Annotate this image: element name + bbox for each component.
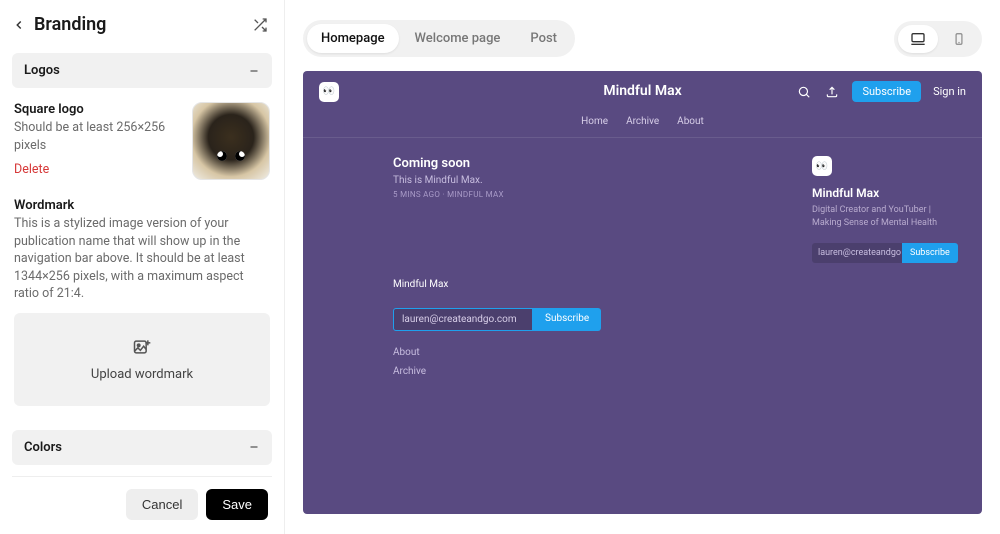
site-title: Mindful Max <box>603 83 681 99</box>
nav-archive[interactable]: Archive <box>626 116 659 127</box>
share-icon[interactable] <box>824 84 840 100</box>
nav-home[interactable]: Home <box>581 116 608 127</box>
cancel-button[interactable]: Cancel <box>126 489 198 520</box>
footer-archive-link[interactable]: Archive <box>393 366 782 377</box>
footer-publication-name: Mindful Max <box>393 279 782 290</box>
sidebar-footer: Cancel Save <box>12 476 272 534</box>
sidebar-publication-name: Mindful Max <box>812 186 962 200</box>
square-logo-field: Square logo Should be at least 256×256 p… <box>12 102 272 198</box>
wordmark-field: Wordmark This is a stylized image versio… <box>12 198 272 424</box>
preview-pane: Homepage Welcome page Post 👀 Mindful Max <box>285 0 1000 534</box>
image-add-icon <box>132 337 152 357</box>
footer-subscribe-button[interactable]: Subscribe <box>533 308 601 331</box>
save-button[interactable]: Save <box>206 489 268 520</box>
shuffle-icon[interactable] <box>252 17 268 33</box>
sidebar-description: Digital Creator and YouTuber | Making Se… <box>812 204 962 229</box>
tab-homepage[interactable]: Homepage <box>307 24 399 53</box>
post-title[interactable]: Coming soon <box>393 156 782 171</box>
desktop-view-button[interactable] <box>898 25 938 53</box>
square-logo-thumbnail[interactable] <box>192 102 270 180</box>
search-icon[interactable] <box>796 84 812 100</box>
footer-email-input[interactable]: lauren@createandgo.com <box>393 308 533 331</box>
preview-canvas: 👀 Mindful Max Subscribe Sign in Home Arc… <box>303 71 982 514</box>
preview-main: Coming soon This is Mindful Max. 5 MINS … <box>323 156 782 385</box>
site-header: 👀 Mindful Max Subscribe Sign in <box>303 71 982 112</box>
wordmark-desc: This is a stylized image version of your… <box>14 215 270 303</box>
page-type-tabs: Homepage Welcome page Post <box>303 20 575 57</box>
preview-sidebar: 👀 Mindful Max Digital Creator and YouTub… <box>812 156 962 385</box>
square-logo-desc: Should be at least 256×256 pixels <box>14 119 180 154</box>
sidebar-email-input[interactable]: lauren@createandgo <box>812 243 902 263</box>
post-meta: 5 MINS AGO · MINDFUL MAX <box>393 190 782 199</box>
wordmark-label: Wordmark <box>14 198 270 213</box>
preview-topbar: Homepage Welcome page Post <box>303 20 982 57</box>
sidebar-subscribe-button[interactable]: Subscribe <box>902 243 958 263</box>
section-head-logos[interactable]: Logos <box>12 53 272 88</box>
sidebar-logo: 👀 <box>812 156 832 176</box>
delete-logo-link[interactable]: Delete <box>14 162 49 177</box>
footer-about-link[interactable]: About <box>393 347 782 358</box>
site-footer: Mindful Max lauren@createandgo.com Subsc… <box>393 279 782 377</box>
mobile-icon <box>952 32 966 46</box>
upload-wordmark-button[interactable]: Upload wordmark <box>14 313 270 406</box>
site-nav: Home Archive About <box>303 112 982 138</box>
device-toggle <box>894 21 982 57</box>
signin-link[interactable]: Sign in <box>933 85 966 98</box>
header-subscribe-button[interactable]: Subscribe <box>852 81 921 102</box>
site-logo-small[interactable]: 👀 <box>319 82 339 102</box>
tab-welcome[interactable]: Welcome page <box>401 24 515 53</box>
sidebar-title: Branding <box>34 14 106 35</box>
settings-sidebar: Branding Logos Square logo Should be at … <box>0 0 285 534</box>
tab-post[interactable]: Post <box>516 24 571 53</box>
back-icon[interactable] <box>12 18 26 32</box>
section-head-colors[interactable]: Colors <box>12 430 272 465</box>
mobile-view-button[interactable] <box>940 25 978 53</box>
collapse-icon <box>248 441 260 453</box>
sidebar-header: Branding <box>12 14 272 47</box>
desktop-icon <box>910 31 926 47</box>
collapse-icon <box>248 65 260 77</box>
upload-wordmark-label: Upload wordmark <box>91 367 193 382</box>
nav-about[interactable]: About <box>677 116 704 127</box>
square-logo-label: Square logo <box>14 102 180 117</box>
post-subtitle: This is Mindful Max. <box>393 175 782 186</box>
